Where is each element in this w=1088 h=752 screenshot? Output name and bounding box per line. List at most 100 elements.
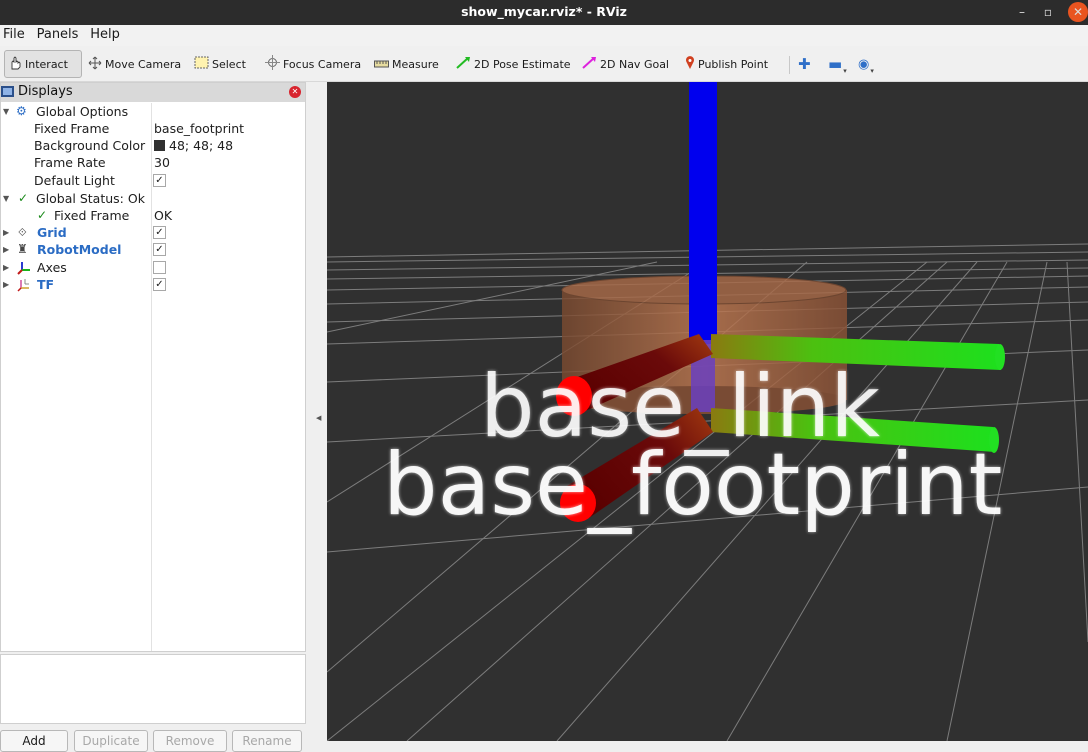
ok-check-icon: ✓ bbox=[37, 208, 48, 222]
collapse-arrow-icon[interactable]: ▶ bbox=[3, 276, 9, 293]
fixed-frame-value[interactable]: base_footprint bbox=[154, 120, 244, 137]
close-panel-icon[interactable]: ✕ bbox=[289, 86, 301, 98]
tf-label: TF bbox=[37, 277, 55, 292]
ok-check-icon: ✓ bbox=[18, 191, 29, 205]
axes-checkbox[interactable] bbox=[153, 261, 166, 274]
tree-row-robotmodel[interactable]: ▶ ♜ RobotModel ✓ bbox=[1, 241, 305, 258]
status-fixed-frame-label: Fixed Frame bbox=[54, 208, 130, 223]
move-camera-label: Move Camera bbox=[105, 57, 182, 71]
axes-label: Axes bbox=[37, 260, 67, 275]
tree-row-fixed-frame[interactable]: Fixed Frame base_footprint bbox=[1, 120, 305, 137]
displays-title: Displays bbox=[18, 84, 73, 99]
robot-icon: ♜ bbox=[17, 242, 28, 256]
global-options-label: Global Options bbox=[36, 104, 129, 119]
menu-file[interactable]: File bbox=[0, 25, 29, 42]
measure-label: Measure bbox=[392, 57, 439, 71]
description-panel bbox=[0, 654, 306, 724]
focus-camera-label: Focus Camera bbox=[283, 57, 362, 71]
displays-header: Displays ✕ bbox=[1, 83, 305, 102]
add-tool-button[interactable]: ✚ bbox=[798, 50, 811, 78]
tree-row-status-fixed-frame[interactable]: ✓ Fixed Frame OK bbox=[1, 207, 305, 224]
tf-checkbox[interactable]: ✓ bbox=[153, 278, 166, 291]
grid-icon: ⟐ bbox=[18, 226, 27, 239]
background-color-value[interactable]: 48; 48; 48 bbox=[154, 137, 233, 154]
global-status-label: Global Status: Ok bbox=[36, 191, 145, 206]
move-camera-tool-button[interactable]: Move Camera bbox=[88, 50, 181, 78]
pose-estimate-label: 2D Pose Estimate bbox=[474, 57, 571, 71]
maximize-button[interactable]: ▫ bbox=[1038, 2, 1058, 22]
tree-row-axes[interactable]: ▶ Axes bbox=[1, 259, 305, 276]
grid-checkbox[interactable]: ✓ bbox=[153, 226, 166, 239]
focus-crosshair-icon bbox=[265, 55, 280, 73]
collapse-arrow-icon[interactable]: ▶ bbox=[3, 224, 9, 241]
rename-button[interactable]: Rename bbox=[232, 730, 302, 752]
collapse-left-icon[interactable]: ◀ bbox=[316, 414, 321, 422]
default-light-label: Default Light bbox=[34, 173, 115, 188]
add-button[interactable]: Add bbox=[0, 730, 68, 752]
select-tool-button[interactable]: Select bbox=[194, 50, 246, 78]
frame-rate-value[interactable]: 30 bbox=[154, 154, 170, 171]
robotmodel-checkbox[interactable]: ✓ bbox=[153, 243, 166, 256]
gear-icon: ⚙ bbox=[16, 104, 27, 118]
robotmodel-label: RobotModel bbox=[37, 242, 122, 257]
duplicate-button[interactable]: Duplicate bbox=[74, 730, 148, 752]
status-fixed-frame-value: OK bbox=[154, 208, 173, 223]
tree-row-tf[interactable]: ▶ TF ✓ bbox=[1, 276, 305, 293]
nav-goal-label: 2D Nav Goal bbox=[600, 57, 669, 71]
default-light-checkbox[interactable]: ✓ bbox=[153, 174, 166, 187]
tree-row-global-status[interactable]: ▼ ✓ Global Status: Ok bbox=[1, 190, 305, 207]
z-axis bbox=[689, 82, 717, 344]
magenta-arrow-icon bbox=[582, 56, 597, 72]
panel-splitter[interactable] bbox=[306, 82, 327, 741]
toolbar: Interact Move Camera Select Focus Camera… bbox=[0, 46, 1088, 82]
tree-row-background-color[interactable]: Background Color 48; 48; 48 bbox=[1, 137, 305, 154]
publish-point-tool-button[interactable]: Publish Point bbox=[685, 50, 768, 78]
remove-tool-button[interactable]: ▬ ▾ bbox=[828, 50, 847, 78]
toolbar-separator bbox=[789, 56, 790, 74]
title-bar: show_mycar.rviz* - RViz – ▫ ✕ bbox=[0, 0, 1088, 25]
color-swatch bbox=[154, 140, 165, 151]
background-color-text: 48; 48; 48 bbox=[169, 138, 234, 153]
monitor-icon bbox=[1, 86, 14, 97]
select-label: Select bbox=[212, 57, 246, 71]
tree-row-default-light[interactable]: Default Light ✓ bbox=[1, 172, 305, 189]
grid-label: Grid bbox=[37, 225, 67, 240]
displays-panel: Displays ✕ ▼ ⚙ Global Options Fixed Fram… bbox=[0, 82, 306, 652]
background-color-label: Background Color bbox=[34, 138, 146, 153]
tree-row-global-options[interactable]: ▼ ⚙ Global Options bbox=[1, 103, 305, 120]
map-pin-icon bbox=[685, 55, 695, 73]
interact-label: Interact bbox=[25, 57, 68, 71]
move-arrows-icon bbox=[88, 56, 102, 73]
view-tool-button[interactable]: ◉ ▾ bbox=[858, 50, 874, 78]
dropdown-mark: ▾ bbox=[843, 67, 847, 75]
frame-rate-label: Frame Rate bbox=[34, 155, 106, 170]
expand-arrow-icon[interactable]: ▼ bbox=[3, 190, 9, 207]
hand-pointer-icon bbox=[8, 55, 22, 73]
3d-render-view[interactable]: base_link base_footprint bbox=[327, 82, 1088, 741]
tree-row-frame-rate[interactable]: Frame Rate 30 bbox=[1, 154, 305, 171]
menu-help[interactable]: Help bbox=[86, 25, 124, 42]
remove-button[interactable]: Remove bbox=[153, 730, 227, 752]
fixed-frame-label: Fixed Frame bbox=[34, 121, 110, 136]
ruler-icon bbox=[374, 58, 389, 71]
interact-tool-button[interactable]: Interact bbox=[4, 50, 82, 78]
green-arrow-icon bbox=[456, 56, 471, 72]
minimize-button[interactable]: – bbox=[1012, 2, 1032, 22]
expand-arrow-icon[interactable]: ▼ bbox=[3, 103, 9, 120]
menu-panels[interactable]: Panels bbox=[33, 25, 83, 42]
measure-tool-button[interactable]: Measure bbox=[374, 50, 439, 78]
close-button[interactable]: ✕ bbox=[1068, 2, 1088, 22]
collapse-arrow-icon[interactable]: ▶ bbox=[3, 259, 9, 276]
collapse-arrow-icon[interactable]: ▶ bbox=[3, 241, 9, 258]
nav-goal-tool-button[interactable]: 2D Nav Goal bbox=[582, 50, 669, 78]
window-title: show_mycar.rviz* - RViz bbox=[461, 4, 627, 19]
select-box-icon bbox=[194, 56, 209, 72]
tree-row-grid[interactable]: ▶ ⟐ Grid ✓ bbox=[1, 224, 305, 241]
menu-bar: File Panels Help bbox=[0, 25, 1088, 46]
dropdown-mark: ▾ bbox=[870, 67, 874, 75]
plus-icon: ✚ bbox=[798, 55, 811, 73]
minus-icon: ▬ bbox=[828, 55, 843, 73]
pose-estimate-tool-button[interactable]: 2D Pose Estimate bbox=[456, 50, 571, 78]
focus-camera-tool-button[interactable]: Focus Camera bbox=[265, 50, 361, 78]
eye-icon: ◉ bbox=[858, 56, 870, 72]
